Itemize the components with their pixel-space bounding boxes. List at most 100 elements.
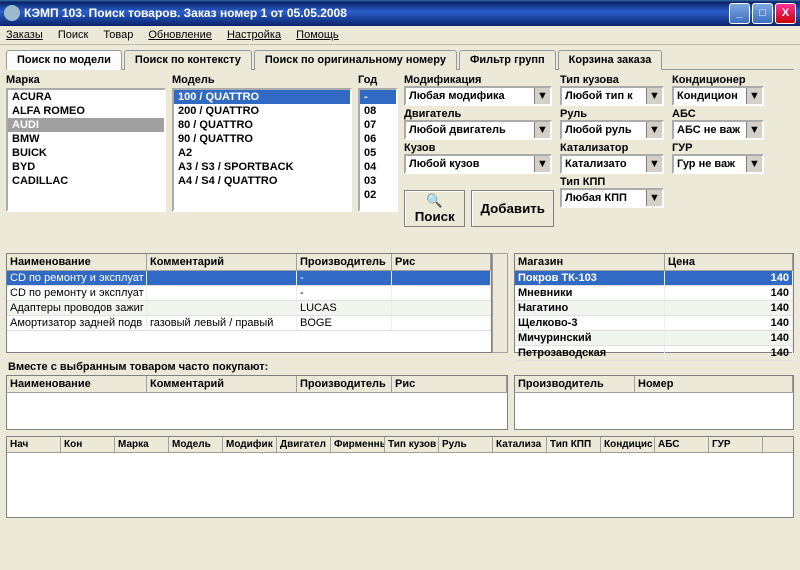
chevron-down-icon[interactable]: ▼ — [746, 156, 762, 172]
col-header[interactable]: Катализа — [493, 437, 547, 452]
menu-search[interactable]: Поиск — [58, 29, 88, 41]
list-item[interactable]: CADILLAC — [8, 174, 164, 188]
col-price[interactable]: Цена — [665, 254, 793, 270]
list-item[interactable]: BUICK — [8, 146, 164, 160]
menu-help[interactable]: Помощь — [296, 29, 339, 41]
list-item[interactable]: 90 / QUATTRO — [174, 132, 350, 146]
list-item[interactable]: BYD — [8, 160, 164, 174]
col-header[interactable]: Кон — [61, 437, 115, 452]
table-row[interactable]: Покров ТК-103140 — [515, 271, 793, 286]
chevron-down-icon[interactable]: ▼ — [646, 190, 662, 206]
col-header[interactable]: Модель — [169, 437, 223, 452]
col-header[interactable]: Марка — [115, 437, 169, 452]
col-header[interactable]: Двигател — [277, 437, 331, 452]
col-header[interactable]: Модифик — [223, 437, 277, 452]
search-button[interactable]: 🔍 Поиск — [404, 190, 465, 227]
engine-combo[interactable]: Любой двигатель▼ — [404, 120, 552, 140]
menu-orders[interactable]: Заказы — [6, 29, 43, 41]
menu-product[interactable]: Товар — [103, 29, 133, 41]
catalyst-combo[interactable]: Катализато▼ — [560, 154, 664, 174]
chevron-down-icon[interactable]: ▼ — [534, 122, 550, 138]
col-comment[interactable]: Комментарий — [147, 254, 297, 270]
stores-grid[interactable]: Магазин Цена Покров ТК-103140Мневники140… — [514, 253, 794, 353]
scrollbar[interactable] — [492, 253, 508, 353]
engine-label: Двигатель — [404, 108, 552, 120]
tab-group-filter[interactable]: Фильтр групп — [459, 50, 556, 70]
maximize-button[interactable]: □ — [752, 3, 773, 24]
col-name[interactable]: Наименование — [7, 254, 147, 270]
table-row[interactable]: Щелково-3140 — [515, 316, 793, 331]
bottom-grid[interactable]: НачКонМаркаМодельМодификДвигателФирменнь… — [6, 436, 794, 518]
close-button[interactable]: X — [775, 3, 796, 24]
chevron-down-icon[interactable]: ▼ — [646, 88, 662, 104]
table-row[interactable]: Мневники140 — [515, 286, 793, 301]
list-item[interactable]: A3 / S3 / SPORTBACK — [174, 160, 350, 174]
col-header[interactable]: Фирменнь — [331, 437, 385, 452]
col-header[interactable]: АБС — [655, 437, 709, 452]
table-row[interactable]: Амортизатор задней подвгазовый левый / п… — [7, 316, 491, 331]
brand-listbox[interactable]: ACURAALFA ROMEOAUDIBMWBUICKBYDCADILLAC — [6, 88, 166, 212]
tab-cart[interactable]: Корзина заказа — [558, 50, 663, 70]
table-row[interactable]: CD по ремонту и эксплуат- — [7, 271, 491, 286]
col-maker[interactable]: Производитель — [297, 254, 392, 270]
col-header[interactable]: Кондицис — [601, 437, 655, 452]
table-row[interactable]: Нагатино140 — [515, 301, 793, 316]
list-item[interactable]: ALFA ROMEO — [8, 104, 164, 118]
chevron-down-icon[interactable]: ▼ — [646, 156, 662, 172]
list-item[interactable]: 04 — [360, 160, 396, 174]
list-item[interactable]: - — [360, 90, 396, 104]
list-item[interactable]: 08 — [360, 104, 396, 118]
menu-settings[interactable]: Настройка — [227, 29, 281, 41]
gur-combo[interactable]: Гур не важ▼ — [672, 154, 764, 174]
chevron-down-icon[interactable]: ▼ — [646, 122, 662, 138]
tab-by-oem[interactable]: Поиск по оригинальному номеру — [254, 50, 457, 70]
list-item[interactable]: 100 / QUATTRO — [174, 90, 350, 104]
modification-combo[interactable]: Любая модифика▼ — [404, 86, 552, 106]
col-store[interactable]: Магазин — [515, 254, 665, 270]
ac-combo[interactable]: Кондицион▼ — [672, 86, 764, 106]
list-item[interactable]: 200 / QUATTRO — [174, 104, 350, 118]
col-number[interactable]: Номер — [635, 376, 793, 392]
year-listbox[interactable]: -08070605040302 — [358, 88, 398, 212]
list-item[interactable]: 03 — [360, 174, 396, 188]
tab-by-context[interactable]: Поиск по контексту — [124, 50, 252, 70]
maker-number-grid[interactable]: Производитель Номер — [514, 375, 794, 430]
list-item[interactable]: 05 — [360, 146, 396, 160]
col-header[interactable]: ГУР — [709, 437, 763, 452]
abs-combo[interactable]: АБС не важ▼ — [672, 120, 764, 140]
col-header[interactable]: Нач — [7, 437, 61, 452]
chevron-down-icon[interactable]: ▼ — [746, 122, 762, 138]
model-listbox[interactable]: 100 / QUATTRO200 / QUATTRO80 / QUATTRO90… — [172, 88, 352, 212]
menu-update[interactable]: Обновление — [148, 29, 212, 41]
list-item[interactable]: AUDI — [8, 118, 164, 132]
col-header[interactable]: Руль — [439, 437, 493, 452]
steering-combo[interactable]: Любой руль▼ — [560, 120, 664, 140]
body-combo[interactable]: Любой кузов▼ — [404, 154, 552, 174]
col-header[interactable]: Тип КПП — [547, 437, 601, 452]
list-item[interactable]: 07 — [360, 118, 396, 132]
chevron-down-icon[interactable]: ▼ — [534, 88, 550, 104]
chevron-down-icon[interactable]: ▼ — [746, 88, 762, 104]
col-header[interactable]: Тип кузов — [385, 437, 439, 452]
col-pic[interactable]: Рис — [392, 254, 491, 270]
chevron-down-icon[interactable]: ▼ — [534, 156, 550, 172]
col-maker2[interactable]: Производитель — [515, 376, 635, 392]
table-row[interactable]: Мичуринский140 — [515, 331, 793, 346]
table-row[interactable]: CD по ремонту и эксплуат- — [7, 286, 491, 301]
kpp-combo[interactable]: Любая КПП▼ — [560, 188, 664, 208]
minimize-button[interactable]: _ — [729, 3, 750, 24]
list-item[interactable]: 06 — [360, 132, 396, 146]
list-item[interactable]: A4 / S4 / QUATTRO — [174, 174, 350, 188]
products-grid[interactable]: Наименование Комментарий Производитель Р… — [6, 253, 492, 353]
list-item[interactable]: A2 — [174, 146, 350, 160]
add-button[interactable]: Добавить — [471, 190, 554, 227]
list-item[interactable]: ACURA — [8, 90, 164, 104]
list-item[interactable]: 02 — [360, 188, 396, 202]
list-item[interactable]: 80 / QUATTRO — [174, 118, 350, 132]
body-type-combo[interactable]: Любой тип к▼ — [560, 86, 664, 106]
body-type-label: Тип кузова — [560, 74, 664, 86]
list-item[interactable]: BMW — [8, 132, 164, 146]
related-grid[interactable]: Наименование Комментарий Производитель Р… — [6, 375, 508, 430]
table-row[interactable]: Адаптеры проводов зажигLUCAS — [7, 301, 491, 316]
tab-by-model[interactable]: Поиск по модели — [6, 50, 122, 70]
